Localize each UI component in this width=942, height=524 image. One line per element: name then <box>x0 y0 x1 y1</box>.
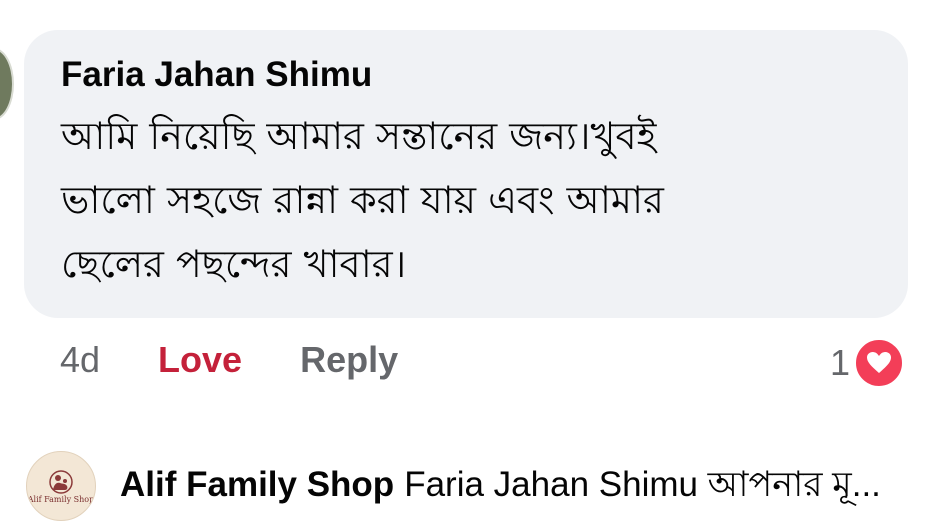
reply-preview[interactable]: Alif Family Shop Alif Family Shop Faria J… <box>26 451 916 521</box>
reply-button[interactable]: Reply <box>300 339 398 381</box>
family-logo-icon <box>49 469 73 494</box>
comment-thread: Faria Jahan Shimu আমি নিয়েছি আমার সন্তা… <box>0 0 942 524</box>
commenter-avatar[interactable] <box>0 48 14 120</box>
reply-snippet: Faria Jahan Shimu আপনার মূ... <box>404 464 881 504</box>
love-button[interactable]: Love <box>158 339 242 381</box>
reaction-count: 1 <box>829 342 850 383</box>
heart-icon <box>854 338 904 388</box>
reaction-summary[interactable]: 1 <box>830 338 904 388</box>
shop-logo-text: Alif Family Shop <box>27 494 95 504</box>
comment-actions: 4d Love Reply <box>60 336 398 384</box>
comment-text: আমি নিয়েছি আমার সন্তানের জন্য।খুবই ভালো… <box>61 114 664 286</box>
shop-avatar[interactable]: Alif Family Shop <box>26 451 96 521</box>
comment-author[interactable]: Faria Jahan Shimu <box>61 54 868 96</box>
reply-line: Alif Family Shop Faria Jahan Shimu আপনার … <box>120 457 900 516</box>
comment-timestamp[interactable]: 4d <box>60 339 100 381</box>
comment-bubble: Faria Jahan Shimu আমি নিয়েছি আমার সন্তা… <box>24 30 908 318</box>
reply-author[interactable]: Alif Family Shop <box>120 465 394 504</box>
